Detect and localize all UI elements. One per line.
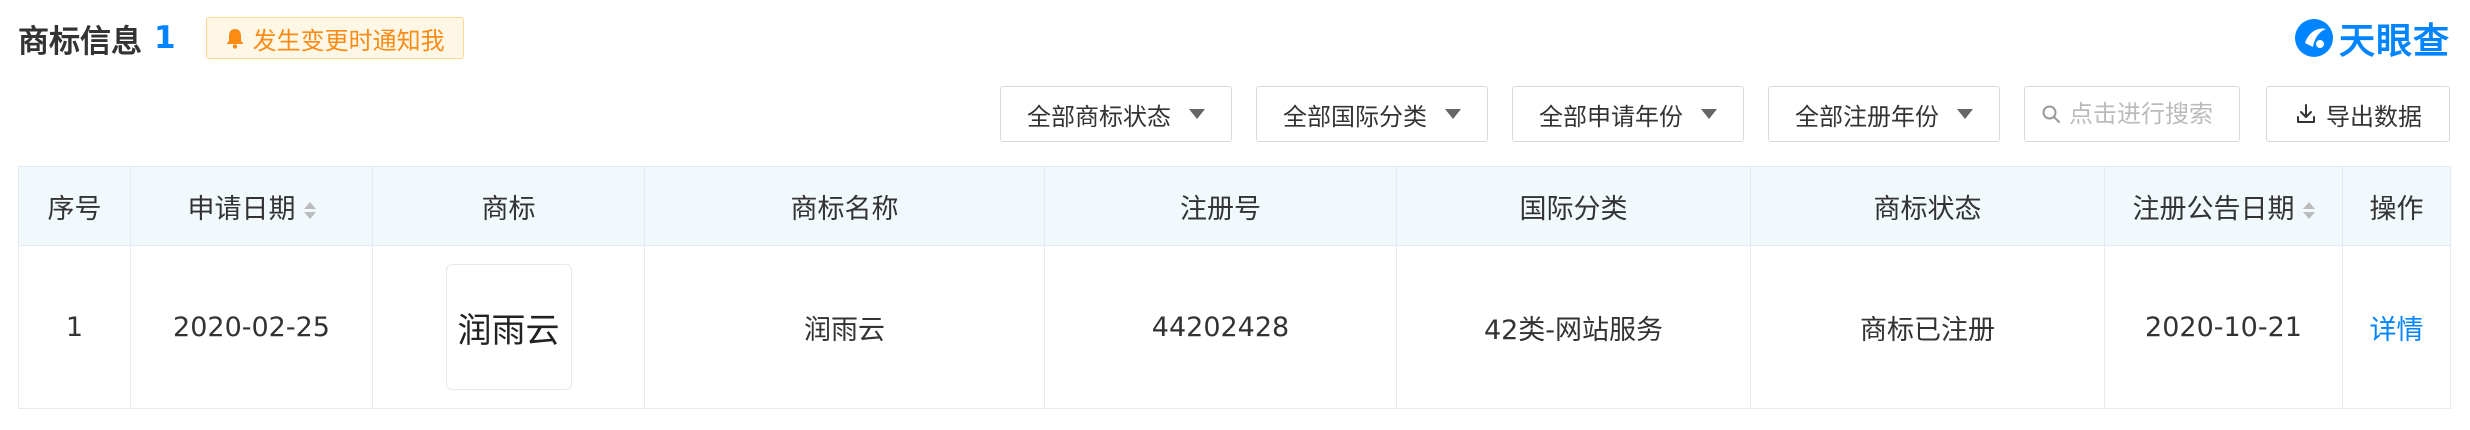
col-header-reg-no-label: 注册号 — [1180, 193, 1261, 225]
caret-down-icon — [1957, 109, 1973, 119]
brand-name: 天眼查 — [2338, 21, 2450, 62]
col-header-name-label: 商标名称 — [790, 193, 899, 225]
notify-label: 发生变更时通知我 — [252, 26, 445, 55]
col-header-intl-class: 国际分类 — [1396, 166, 1751, 246]
col-header-index: 序号 — [18, 166, 131, 246]
cell-name: 润雨云 — [644, 245, 1045, 409]
cell-index: 1 — [18, 245, 131, 409]
notify-on-change-button[interactable]: 发生变更时通知我 — [205, 17, 464, 59]
col-header-apply-date[interactable]: 申请日期 — [130, 166, 373, 246]
col-header-index-label: 序号 — [47, 193, 102, 225]
sort-icon[interactable] — [303, 201, 316, 219]
apply-year-filter-dropdown[interactable]: 全部申请年份 — [1512, 86, 1744, 142]
col-header-name: 商标名称 — [644, 166, 1045, 246]
cell-status: 商标已注册 — [1750, 245, 2105, 409]
col-header-status-label: 商标状态 — [1873, 193, 1982, 225]
search-box[interactable] — [2024, 86, 2240, 142]
trademark-logo-image[interactable]: 润雨云 — [445, 264, 572, 390]
tianyancha-logo-icon — [2294, 19, 2333, 57]
caret-down-icon — [1445, 109, 1461, 119]
caret-down-icon — [1701, 109, 1717, 119]
col-header-logo-label: 商标 — [481, 193, 536, 225]
trademark-table: 序号 申请日期 商标 商标名称 注册号 国际分类 商标状态 注册公告日期 操作 … — [18, 166, 2451, 409]
download-icon — [2297, 104, 2315, 123]
filter-bar: 全部商标状态 全部国际分类 全部申请年份 全部注册年份 导出数据 — [976, 86, 2450, 142]
col-header-action: 操作 — [2342, 166, 2451, 246]
trademark-count: 1 — [154, 20, 176, 56]
col-header-apply-date-label: 申请日期 — [187, 193, 296, 225]
search-input[interactable] — [2069, 100, 2219, 128]
col-header-reg-no: 注册号 — [1044, 166, 1397, 246]
section-header: 商标信息 1 发生变更时通知我 — [18, 16, 464, 60]
export-data-button[interactable]: 导出数据 — [2266, 86, 2450, 142]
apply-year-filter-label: 全部申请年份 — [1539, 102, 1683, 131]
cell-intl-class: 42类-网站服务 — [1396, 245, 1751, 409]
cell-logo: 润雨云 — [372, 245, 645, 409]
col-header-intl-class-label: 国际分类 — [1519, 193, 1628, 225]
table-header-row: 序号 申请日期 商标 商标名称 注册号 国际分类 商标状态 注册公告日期 操作 — [18, 166, 2451, 246]
col-header-announce-date[interactable]: 注册公告日期 — [2104, 166, 2343, 246]
status-filter-label: 全部商标状态 — [1027, 102, 1171, 131]
col-header-action-label: 操作 — [2369, 193, 2424, 225]
register-year-filter-dropdown[interactable]: 全部注册年份 — [1768, 86, 2000, 142]
export-label: 导出数据 — [2326, 102, 2422, 131]
intl-class-filter-dropdown[interactable]: 全部国际分类 — [1256, 86, 1488, 142]
bell-icon — [226, 29, 243, 49]
table-row: 1 2020-02-25 润雨云 润雨云 44202428 42类-网站服务 商… — [18, 245, 2451, 409]
cell-reg-no: 44202428 — [1044, 245, 1397, 409]
col-header-logo: 商标 — [372, 166, 645, 246]
search-icon — [2042, 105, 2060, 123]
section-title: 商标信息 — [18, 23, 142, 60]
status-filter-dropdown[interactable]: 全部商标状态 — [1000, 86, 1232, 142]
cell-action: 详情 — [2342, 245, 2451, 409]
col-header-status: 商标状态 — [1750, 166, 2105, 246]
register-year-filter-label: 全部注册年份 — [1795, 102, 1939, 131]
caret-down-icon — [1189, 109, 1205, 119]
brand-logo: 天眼查 — [2293, 14, 2450, 62]
col-header-announce-date-label: 注册公告日期 — [2132, 193, 2295, 225]
sort-icon[interactable] — [2302, 201, 2315, 219]
cell-announce-date: 2020-10-21 — [2104, 245, 2343, 409]
detail-link[interactable]: 详情 — [2370, 315, 2424, 346]
intl-class-filter-label: 全部国际分类 — [1283, 102, 1427, 131]
cell-apply-date: 2020-02-25 — [130, 245, 373, 409]
trademark-logo-text: 润雨云 — [457, 310, 560, 351]
